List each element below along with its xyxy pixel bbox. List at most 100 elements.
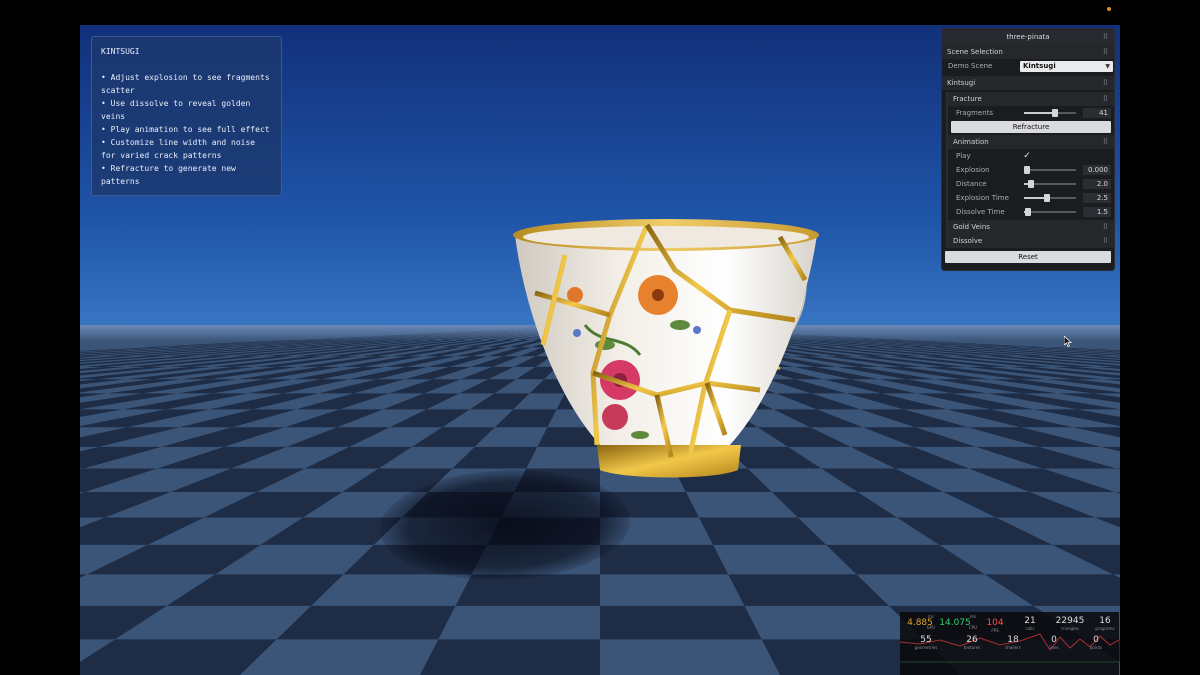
reset-button[interactable]: Reset — [945, 251, 1111, 263]
fragments-row: Fragments 41 — [948, 106, 1114, 120]
dissolve-time-label: Dissolve Time — [956, 208, 1005, 216]
distance-label: Distance — [956, 180, 987, 188]
explosion-row: Explosion 0.000 — [948, 163, 1114, 177]
fps-value: 104 — [986, 618, 1004, 628]
demo-scene-value: Kintsugi — [1023, 62, 1056, 70]
distance-input[interactable]: 2.0 — [1083, 179, 1111, 189]
lines-label: lines — [1049, 645, 1059, 650]
refracture-button[interactable]: Refracture — [951, 121, 1111, 133]
kintsugi-info-panel: KINTSUGI • Adjust explosion to see fragm… — [91, 36, 282, 196]
info-line: • Play animation to see full effect — [101, 125, 270, 134]
mouse-cursor-icon — [1064, 336, 1072, 347]
cpu-unit: ms — [966, 614, 980, 619]
collapse-dots-icon[interactable]: ⠿ — [1103, 234, 1108, 248]
fps-stat: 104 FPS — [984, 618, 1006, 633]
dissolve-time-row: Dissolve Time 1.5 — [948, 205, 1114, 219]
folder-fracture[interactable]: Fracture ⠿ — [948, 92, 1114, 106]
points-label: points — [1089, 645, 1103, 650]
floor-tile — [600, 544, 729, 575]
collapse-dots-icon[interactable]: ⠿ — [1103, 45, 1108, 59]
collapse-dots-icon[interactable]: ⠿ — [1103, 92, 1108, 106]
explosion-time-row: Explosion Time 2.5 — [948, 191, 1114, 205]
chevron-down-icon: ▼ — [1105, 63, 1110, 70]
points-value: 0 — [1093, 635, 1099, 645]
triangles-value: 22945 — [1055, 616, 1085, 626]
collapse-dots-icon[interactable]: ⠿ — [1103, 29, 1108, 45]
lines-value: 0 — [1051, 635, 1057, 645]
demo-scene-select[interactable]: Kintsugi ▼ — [1020, 61, 1113, 72]
performance-stats: 4.885 ms GPU 14.075 ms CPU 104 FPS 21 ca… — [900, 612, 1119, 675]
folder-label: Kintsugi — [947, 79, 976, 87]
shaders-label: shaders — [1005, 645, 1021, 650]
triangles-stat: 22945 triangles — [1052, 616, 1088, 631]
cpu-unit-label: ms — [970, 614, 976, 619]
collapse-dots-icon[interactable]: ⠿ — [1103, 76, 1108, 90]
slider-fill — [1024, 112, 1056, 114]
explosion-time-input[interactable]: 2.5 — [1083, 193, 1111, 203]
programs-label: programs — [1095, 626, 1115, 631]
explosion-label: Explosion — [956, 166, 990, 174]
check-icon[interactable]: ✓ — [1022, 151, 1032, 161]
info-line: • Customize line width and noise for var… — [101, 138, 260, 160]
fragments-input[interactable]: 41 — [1083, 108, 1111, 118]
slider-knob[interactable] — [1044, 194, 1051, 202]
play-label: Play — [956, 152, 971, 160]
gpu-unit: ms — [924, 614, 938, 619]
folder-label: Animation — [953, 138, 989, 146]
gpu-label-text: GPU — [926, 625, 936, 630]
kintsugi-teacup[interactable] — [425, 195, 825, 495]
shaders-stat: 18 shaders — [996, 635, 1030, 650]
folder-label: Scene Selection — [947, 48, 1003, 56]
info-line: • Refracture to generate new patterns — [101, 164, 241, 186]
fps-label: FPS — [991, 628, 999, 633]
folder-animation[interactable]: Animation ⠿ — [948, 135, 1114, 149]
gpu-unit-label: ms — [928, 614, 934, 619]
demo-scene-label: Demo Scene — [948, 62, 993, 70]
distance-row: Distance 2.0 — [948, 177, 1114, 191]
slider-knob[interactable] — [1024, 166, 1030, 174]
folder-label: Dissolve — [953, 237, 983, 245]
folder-gold-veins[interactable]: Gold Veins ⠿ — [948, 220, 1114, 234]
collapse-dots-icon[interactable]: ⠿ — [1103, 220, 1108, 234]
floor-tile — [600, 605, 762, 640]
info-title: KINTSUGI — [101, 47, 140, 56]
folder-label: Fracture — [953, 95, 982, 103]
info-line: • Adjust explosion to see fragments scat… — [101, 73, 275, 95]
explosion-time-slider[interactable] — [1024, 194, 1076, 202]
geometries-value: 55 — [920, 635, 932, 645]
programs-value: 16 — [1099, 616, 1111, 626]
slider-knob[interactable] — [1028, 180, 1035, 188]
calls-stat: 21 calls — [1018, 616, 1042, 631]
distance-slider[interactable] — [1024, 180, 1076, 188]
floor-tile — [420, 639, 600, 675]
slider-knob[interactable] — [1052, 109, 1059, 117]
fragments-label: Fragments — [956, 109, 994, 117]
shaders-value: 18 — [1007, 635, 1019, 645]
calls-value: 21 — [1024, 616, 1036, 626]
gpu-label: GPU — [924, 625, 938, 630]
folder-dissolve[interactable]: Dissolve ⠿ — [948, 234, 1114, 248]
cpu-label-text: CPU — [968, 625, 978, 630]
controls-panel: three-pinata ⠿ Scene Selection ⠿ Demo Sc… — [941, 28, 1115, 271]
lines-stat: 0 lines — [1040, 635, 1068, 650]
collapse-dots-icon[interactable]: ⠿ — [1103, 135, 1108, 149]
triangles-label: triangles — [1061, 626, 1079, 631]
fragments-slider[interactable] — [1024, 109, 1076, 117]
explosion-slider[interactable] — [1024, 166, 1076, 174]
info-line: • Use dissolve to reveal golden veins — [101, 99, 256, 121]
geometries-stat: 55 geometries — [906, 635, 946, 650]
textures-value: 26 — [966, 635, 978, 645]
dissolve-time-slider[interactable] — [1024, 208, 1076, 216]
explosion-input[interactable]: 0.000 — [1083, 165, 1111, 175]
play-row: Play ✓ — [948, 149, 1114, 163]
gui-title: three-pinata — [1006, 33, 1050, 41]
calls-label: calls — [1025, 626, 1035, 631]
recording-indicator — [1107, 7, 1111, 11]
gui-title-bar[interactable]: three-pinata ⠿ — [942, 29, 1114, 45]
folder-kintsugi[interactable]: Kintsugi ⠿ — [942, 76, 1114, 90]
slider-knob[interactable] — [1025, 208, 1032, 216]
points-stat: 0 points — [1082, 635, 1110, 650]
dissolve-time-input[interactable]: 1.5 — [1083, 207, 1111, 217]
folder-scene-selection[interactable]: Scene Selection ⠿ — [942, 45, 1114, 59]
demo-scene-row: Demo Scene Kintsugi ▼ — [942, 59, 1114, 73]
